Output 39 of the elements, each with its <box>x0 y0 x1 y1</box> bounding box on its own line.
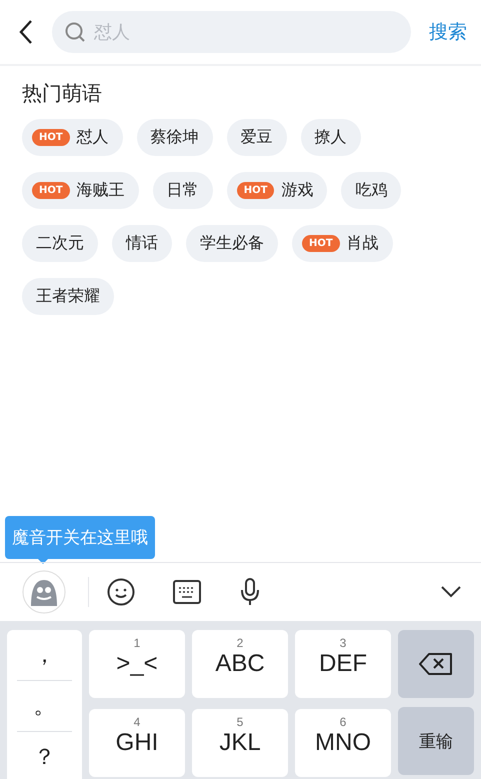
backspace-icon <box>419 653 453 675</box>
tag-chip[interactable]: HOT 怼人 <box>22 119 123 156</box>
search-field[interactable]: 怼人 <box>52 11 411 53</box>
letter-key[interactable]: 3 DEF <box>295 630 391 698</box>
tag-chip[interactable]: 学生必备 <box>186 225 278 262</box>
letter-key[interactable]: 5 JKL <box>192 709 288 777</box>
tag-chip[interactable]: 撩人 <box>300 119 361 156</box>
hot-badge: HOT <box>236 182 274 199</box>
retype-key[interactable]: 重输 <box>398 707 474 775</box>
letter-key[interactable]: 6 MNO <box>295 709 391 777</box>
hot-badge: HOT <box>32 182 70 199</box>
tooltip: 魔音开关在这里哦 <box>5 516 155 559</box>
hot-badge: HOT <box>302 235 340 252</box>
tag-chip[interactable]: HOT 游戏 <box>226 172 328 209</box>
tag-chip[interactable]: 吃鸡 <box>341 172 402 209</box>
tag-chip[interactable]: HOT 肖战 <box>292 225 393 262</box>
collapse-chevron-icon[interactable] <box>441 586 461 598</box>
tag-chip[interactable]: 情话 <box>112 225 172 262</box>
hot-badge: HOT <box>32 129 70 146</box>
tag-chip[interactable]: 王者荣耀 <box>22 278 114 315</box>
search-button[interactable]: 搜索 <box>429 19 467 45</box>
tag-chip[interactable]: 爱豆 <box>226 119 287 156</box>
microphone-icon[interactable] <box>239 578 261 606</box>
keyboard-icon[interactable] <box>173 579 201 605</box>
mascot-avatar-icon[interactable] <box>22 570 66 614</box>
smiley-icon[interactable] <box>107 578 135 606</box>
letter-key[interactable]: 1 >_< <box>89 630 185 698</box>
punctuation-key[interactable]: ？ <box>17 732 72 779</box>
punctuation-key[interactable]: ， <box>17 630 72 681</box>
section-title: 热门萌语 <box>22 80 103 107</box>
tag-chip[interactable]: 二次元 <box>22 225 98 262</box>
tag-chip[interactable]: 蔡徐坤 <box>136 119 213 156</box>
tag-chip[interactable]: 日常 <box>152 172 213 209</box>
letter-key[interactable]: 2 ABC <box>192 630 288 698</box>
back-icon[interactable] <box>18 19 34 45</box>
backspace-key[interactable] <box>398 630 474 698</box>
tag-chip[interactable]: HOT 海贼王 <box>22 172 139 209</box>
punctuation-key[interactable]: 。 <box>17 681 72 732</box>
letter-key[interactable]: 4 GHI <box>89 709 185 777</box>
